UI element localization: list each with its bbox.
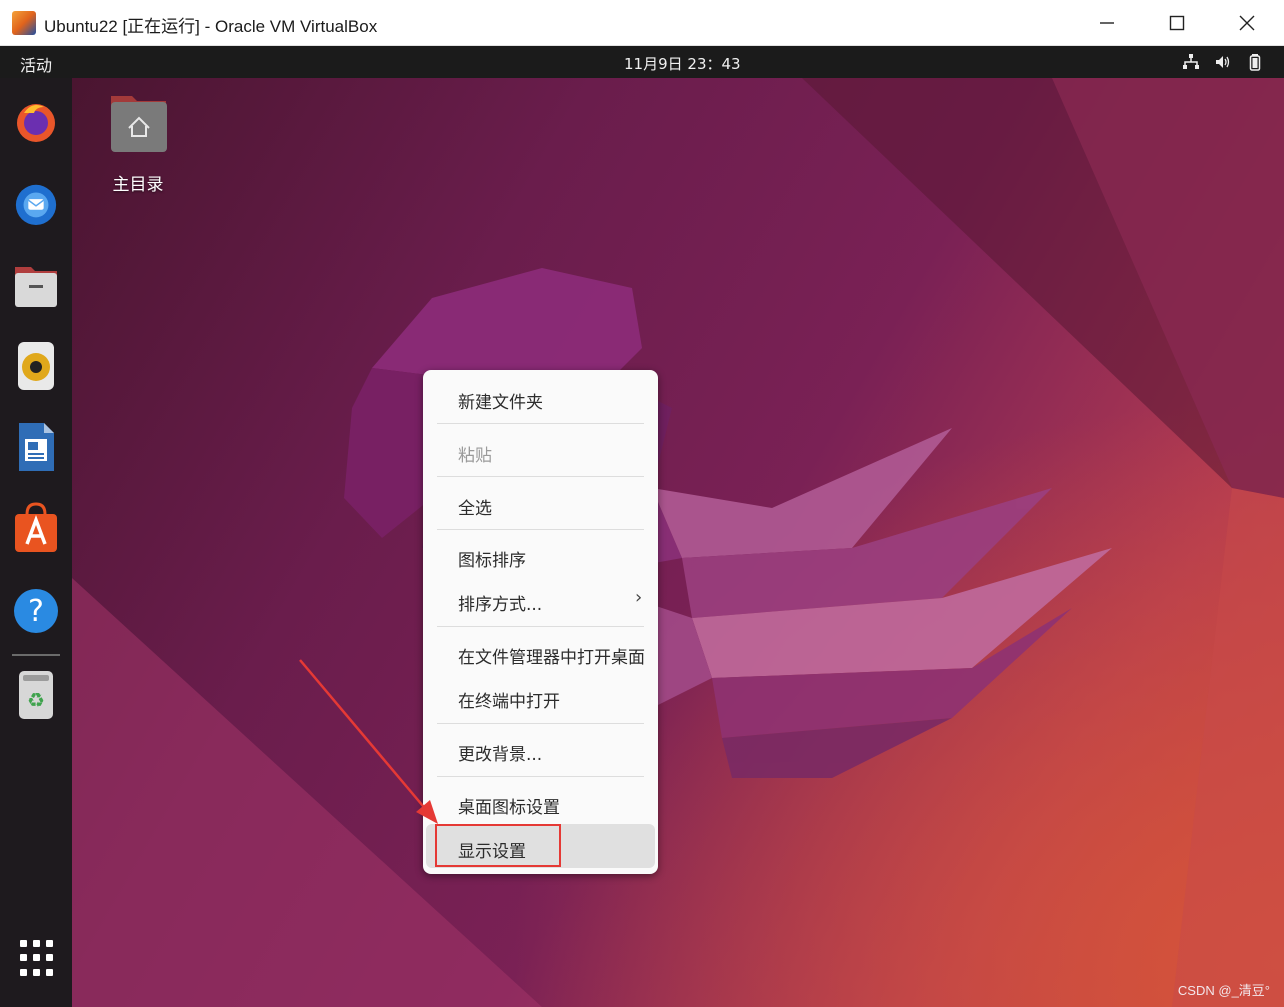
software-center-icon [15,502,57,552]
svg-text:?: ? [28,594,44,629]
software-launcher[interactable] [13,502,59,553]
menu-item-paste: 粘贴 [458,446,492,466]
rhythmbox-icon [18,342,54,390]
menu-item-change-background[interactable]: 更改背景... [458,740,542,765]
clock[interactable]: 11月9日 23：43 [624,53,741,74]
desktop-context-menu: 新建文件夹 粘贴 全选 图标排序 排序方式... › 在文件管理器中打开桌面 在… [423,370,658,874]
home-folder-label[interactable]: 主目录 [96,170,180,195]
top-panel: 活动 11月9日 23：43 [0,46,1284,78]
firefox-launcher[interactable] [13,96,59,146]
volume-icon[interactable] [1214,53,1232,71]
menu-item-new-folder[interactable]: 新建文件夹 [458,388,543,413]
trash-launcher[interactable]: ♻ [13,670,59,720]
battery-icon[interactable] [1246,53,1264,71]
maximize-icon [1169,15,1185,31]
activities-button[interactable]: 活动 [20,52,52,76]
close-button[interactable] [1212,0,1282,46]
dock: ? ♻ [0,78,72,1007]
menu-item-open-in-files[interactable]: 在文件管理器中打开桌面 [458,643,645,668]
firefox-icon [17,104,55,142]
rhythmbox-launcher[interactable] [13,341,59,391]
help-launcher[interactable]: ? [13,586,59,636]
svg-text:♻: ♻ [27,688,45,712]
menu-separator [437,776,644,777]
thunderbird-launcher[interactable] [13,178,59,228]
home-folder-icon[interactable] [110,92,168,154]
thunderbird-icon [15,184,57,226]
menu-separator [437,423,644,424]
close-icon [1239,15,1255,31]
watermark: CSDN @_清豆° [1177,983,1270,998]
menu-separator [437,476,644,477]
menu-item-open-in-terminal[interactable]: 在终端中打开 [458,687,560,712]
dock-separator [12,654,60,656]
wallpaper-graphic [72,78,1284,1007]
files-icon [15,267,57,307]
maximize-button[interactable] [1142,0,1212,46]
menu-separator [437,626,644,627]
menu-item-arrange-icons[interactable]: 图标排序 [458,546,526,571]
app-grid-icon[interactable] [20,940,54,978]
files-launcher[interactable] [13,260,59,310]
help-icon: ? [14,589,58,633]
window-title: Ubuntu22 [正在运行] - Oracle VM VirtualBox [44,17,378,36]
menu-item-select-all[interactable]: 全选 [458,494,492,519]
menu-separator [437,529,644,530]
libreoffice-writer-icon [19,423,54,471]
system-tray[interactable] [1182,53,1264,71]
annotation-highlight-box [435,824,561,867]
minimize-button[interactable] [1072,0,1142,46]
submenu-chevron-icon: › [635,587,643,608]
menu-separator [437,723,644,724]
desktop-background[interactable] [72,78,1284,1007]
writer-launcher[interactable] [13,422,59,472]
trash-icon: ♻ [19,671,53,719]
menu-item-desktop-icon-settings[interactable]: 桌面图标设置 [458,793,560,818]
menu-item-sort-by[interactable]: 排序方式... [458,590,542,615]
minimize-icon [1100,22,1114,24]
network-icon[interactable] [1182,53,1200,71]
virtualbox-icon [12,11,36,35]
window-titlebar: Ubuntu22 [正在运行] - Oracle VM VirtualBox [0,0,1284,46]
